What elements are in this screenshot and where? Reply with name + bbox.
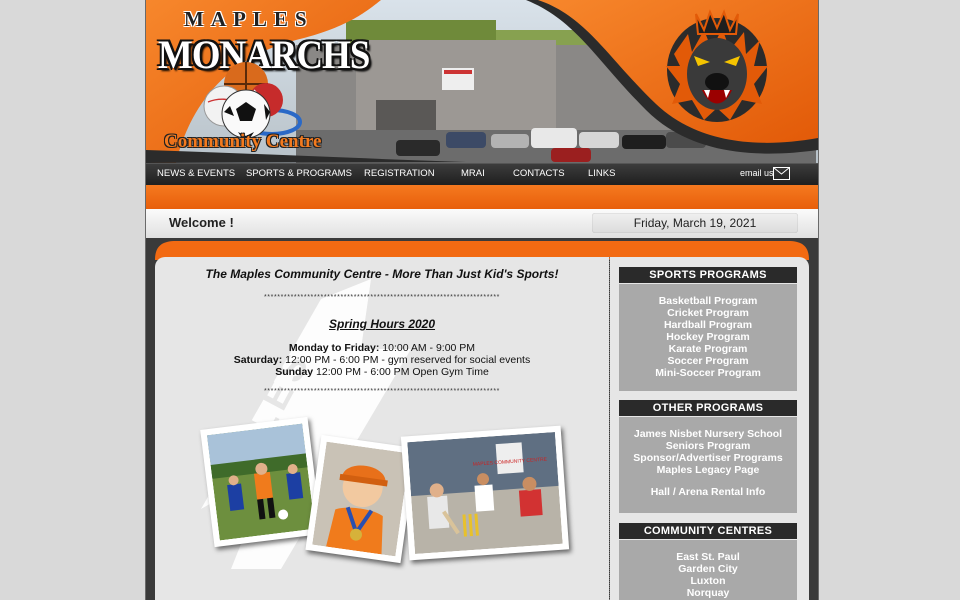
link-mini-soccer-program[interactable]: Mini-Soccer Program: [619, 367, 797, 379]
photo-kid-medal: [305, 434, 417, 564]
photo-cricket: MAPLES COMMUNITY CENTRE: [400, 425, 570, 561]
main-nav: NEWS & EVENTS SPORTS & PROGRAMS REGISTRA…: [146, 163, 818, 185]
sidebar: SPORTS PROGRAMS Basketball Program Crick…: [610, 257, 809, 600]
photo-kid-medal-image: [312, 441, 410, 557]
sports-programs-heading: SPORTS PROGRAMS: [619, 267, 797, 283]
link-hardball-program[interactable]: Hardball Program: [619, 319, 797, 331]
link-luxton[interactable]: Luxton: [619, 575, 797, 587]
photo-soccer: [200, 416, 322, 548]
link-soccer-program[interactable]: Soccer Program: [619, 355, 797, 367]
lion-mascot-icon: [666, 9, 768, 122]
hours-weekday-label: Monday to Friday:: [288, 342, 380, 354]
hours-saturday-label: Saturday:: [233, 354, 283, 366]
link-east-st-paul[interactable]: East St. Paul: [619, 551, 797, 563]
site-container: MAPLES MONARCHS Community Centre NEWS & …: [146, 0, 818, 600]
date-display: Friday, March 19, 2021: [592, 213, 798, 233]
link-garden-city[interactable]: Garden City: [619, 563, 797, 575]
community-centres-heading: COMMUNITY CENTRES: [619, 523, 797, 539]
nav-news-events[interactable]: NEWS & EVENTS: [157, 168, 235, 179]
nav-registration[interactable]: REGISTRATION: [364, 168, 435, 179]
link-hockey-program[interactable]: Hockey Program: [619, 331, 797, 343]
mail-icon: [773, 167, 790, 180]
orange-divider-band: [146, 185, 818, 209]
link-basketball-program[interactable]: Basketball Program: [619, 295, 797, 307]
photo-soccer-image: [206, 423, 316, 541]
nav-links[interactable]: LINKS: [588, 168, 615, 179]
link-sponsor-programs[interactable]: Sponsor/Advertiser Programs: [619, 452, 797, 464]
logo-maples-text: MAPLES: [184, 7, 314, 31]
welcome-bar: Welcome ! Friday, March 19, 2021: [146, 209, 818, 238]
hours-weekday: Monday to Friday: 10:00 AM - 9:00 PM: [155, 342, 609, 354]
welcome-text: Welcome !: [169, 215, 234, 230]
sports-programs-box: Basketball Program Cricket Program Hardb…: [619, 284, 797, 391]
link-seniors-program[interactable]: Seniors Program: [619, 440, 797, 452]
stars-divider-top: ****************************************…: [263, 294, 500, 301]
tagline: The Maples Community Centre - More Than …: [205, 267, 559, 281]
nav-sports-programs[interactable]: SPORTS & PROGRAMS: [246, 168, 352, 179]
hours-saturday-value: 12:00 PM - 6:00 PM - gym reserved for so…: [282, 354, 531, 366]
stars-divider-bottom: ****************************************…: [263, 388, 500, 395]
hours-sunday-value: 12:00 PM - 6:00 PM Open Gym Time: [313, 366, 489, 378]
nav-mrai[interactable]: MRAI: [461, 168, 485, 179]
community-centres-box: East St. Paul Garden City Luxton Norquay: [619, 540, 797, 600]
link-hall-rental[interactable]: Hall / Arena Rental Info: [619, 486, 797, 498]
nav-contacts[interactable]: CONTACTS: [513, 168, 565, 179]
hours-saturday: Saturday: 12:00 PM - 6:00 PM - gym reser…: [155, 354, 609, 366]
hours-title: Spring Hours 2020: [328, 317, 436, 331]
link-cricket-program[interactable]: Cricket Program: [619, 307, 797, 319]
hours-sunday-label: Sunday: [275, 366, 314, 378]
other-programs-heading: OTHER PROGRAMS: [619, 400, 797, 416]
link-karate-program[interactable]: Karate Program: [619, 343, 797, 355]
other-programs-box: James Nisbet Nursery School Seniors Prog…: [619, 417, 797, 513]
link-norquay[interactable]: Norquay: [619, 587, 797, 599]
hours-sunday: Sunday 12:00 PM - 6:00 PM Open Gym Time: [155, 366, 609, 378]
email-us-label: email us: [740, 168, 774, 178]
hours-weekday-value: 10:00 AM - 9:00 PM: [379, 342, 476, 354]
main-content: MAPLES The Maples Community Centre - Mor…: [155, 257, 609, 600]
email-us-link[interactable]: email us: [740, 167, 790, 180]
link-nursery-school[interactable]: James Nisbet Nursery School: [619, 428, 797, 440]
link-legacy-page[interactable]: Maples Legacy Page: [619, 464, 797, 476]
logo-community-centre-text: Community Centre: [164, 131, 322, 152]
sports-balls-graphic: [203, 62, 302, 139]
header-banner: MAPLES MONARCHS Community Centre: [146, 0, 818, 163]
photo-cricket-image: MAPLES COMMUNITY CENTRE: [407, 431, 563, 555]
